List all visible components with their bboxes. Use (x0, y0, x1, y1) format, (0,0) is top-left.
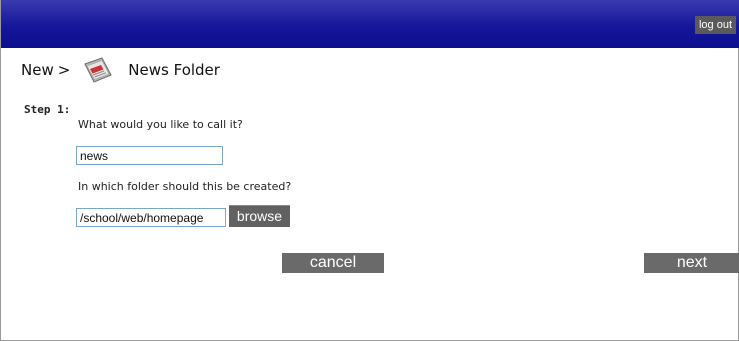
folder-field[interactable] (76, 208, 226, 227)
step-label: Step 1: (24, 103, 71, 116)
folder-question: In which folder should this be created? (78, 180, 292, 193)
page-title: News Folder (128, 61, 220, 79)
breadcrumb-new[interactable]: New (21, 61, 54, 79)
header-bar: log out (1, 0, 739, 48)
logout-button[interactable]: log out (694, 16, 736, 34)
browse-button[interactable]: browse (229, 205, 290, 227)
cancel-button[interactable]: cancel (282, 253, 384, 273)
app-window: log out New > News Folder Step 1: What w… (0, 0, 739, 341)
next-button[interactable]: next (644, 253, 739, 273)
name-field[interactable] (76, 146, 223, 165)
name-question: What would you like to call it? (78, 118, 243, 131)
breadcrumb-separator: > (57, 61, 71, 79)
news-folder-icon (82, 55, 114, 85)
breadcrumb: New > News Folder (21, 54, 220, 86)
